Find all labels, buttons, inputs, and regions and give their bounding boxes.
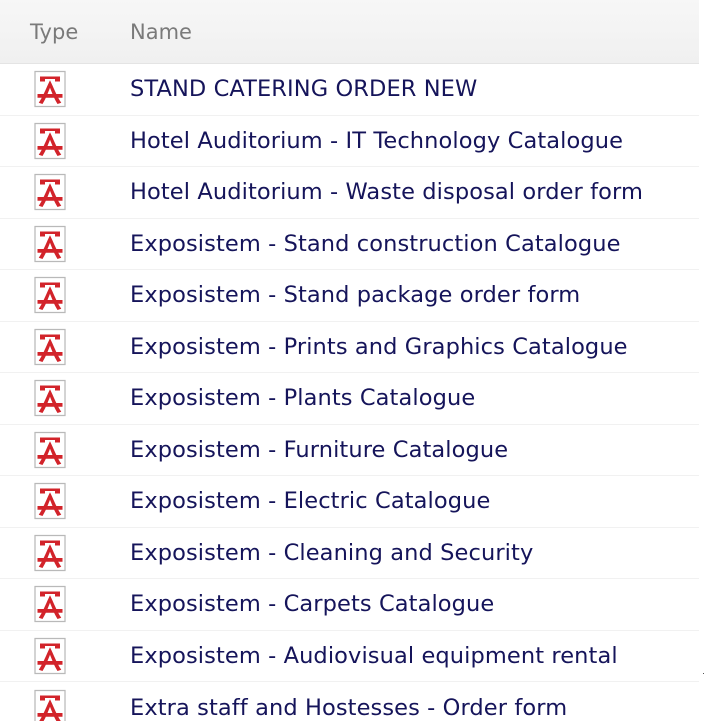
file-name-link[interactable]: Exposistem - Cleaning and Security — [130, 540, 533, 566]
file-list-table: Type Name STAND CATERING ORDER NEW Hotel… — [0, 0, 704, 721]
type-cell — [0, 327, 130, 367]
file-name-link[interactable]: Exposistem - Stand package order form — [130, 282, 580, 308]
file-row[interactable]: Exposistem - Stand package order form — [0, 270, 699, 322]
pdf-icon[interactable] — [30, 121, 70, 161]
type-cell — [0, 584, 130, 624]
file-row[interactable]: Exposistem - Electric Catalogue — [0, 476, 699, 528]
name-column-header[interactable]: Name — [130, 20, 192, 44]
file-rows: STAND CATERING ORDER NEW Hotel Auditoriu… — [0, 64, 699, 721]
file-name-link[interactable]: Exposistem - Plants Catalogue — [130, 385, 475, 411]
type-cell — [0, 121, 130, 161]
pdf-icon[interactable] — [30, 224, 70, 264]
pdf-icon[interactable] — [30, 69, 70, 109]
file-row[interactable]: Exposistem - Furniture Catalogue — [0, 424, 699, 476]
type-cell — [0, 533, 130, 573]
file-name-link[interactable]: Exposistem - Prints and Graphics Catalog… — [130, 334, 628, 360]
file-row[interactable]: Exposistem - Audiovisual equipment renta… — [0, 630, 699, 682]
file-row[interactable]: Exposistem - Cleaning and Security — [0, 527, 699, 579]
file-name-link[interactable]: Exposistem - Carpets Catalogue — [130, 591, 494, 617]
file-name-link[interactable]: Extra staff and Hostesses - Order form — [130, 695, 567, 721]
type-cell — [0, 224, 130, 264]
file-name-link[interactable]: STAND CATERING ORDER NEW — [130, 76, 477, 102]
type-cell — [0, 481, 130, 521]
type-cell — [0, 378, 130, 418]
pdf-icon[interactable] — [30, 533, 70, 573]
type-cell — [0, 172, 130, 212]
pdf-icon[interactable] — [30, 327, 70, 367]
file-row[interactable]: Extra staff and Hostesses - Order form — [0, 682, 699, 721]
file-name-link[interactable]: Exposistem - Furniture Catalogue — [130, 437, 508, 463]
pdf-icon[interactable] — [30, 688, 70, 721]
pdf-icon[interactable] — [30, 481, 70, 521]
type-cell — [0, 636, 130, 676]
pdf-icon[interactable] — [30, 584, 70, 624]
file-name-link[interactable]: Exposistem - Stand construction Catalogu… — [130, 231, 621, 257]
pdf-icon[interactable] — [30, 378, 70, 418]
file-row[interactable]: Hotel Auditorium - IT Technology Catalog… — [0, 115, 699, 167]
file-row[interactable]: Exposistem - Plants Catalogue — [0, 373, 699, 425]
type-cell — [0, 275, 130, 315]
file-name-link[interactable]: Exposistem - Electric Catalogue — [130, 488, 490, 514]
type-cell — [0, 430, 130, 470]
file-name-link[interactable]: Exposistem - Audiovisual equipment renta… — [130, 643, 618, 669]
table-header: Type Name — [0, 0, 699, 64]
file-row[interactable]: STAND CATERING ORDER NEW — [0, 64, 699, 116]
file-row[interactable]: Exposistem - Carpets Catalogue — [0, 579, 699, 631]
file-row[interactable]: Exposistem - Stand construction Catalogu… — [0, 218, 699, 270]
file-row[interactable]: Hotel Auditorium - Waste disposal order … — [0, 167, 699, 219]
file-row[interactable]: Exposistem - Prints and Graphics Catalog… — [0, 321, 699, 373]
file-name-link[interactable]: Hotel Auditorium - Waste disposal order … — [130, 179, 643, 205]
file-name-link[interactable]: Hotel Auditorium - IT Technology Catalog… — [130, 128, 623, 154]
type-cell — [0, 69, 130, 109]
pdf-icon[interactable] — [30, 430, 70, 470]
type-column-header[interactable]: Type — [0, 20, 130, 44]
pdf-icon[interactable] — [30, 275, 70, 315]
type-cell — [0, 688, 130, 721]
pdf-icon[interactable] — [30, 172, 70, 212]
pdf-icon[interactable] — [30, 636, 70, 676]
